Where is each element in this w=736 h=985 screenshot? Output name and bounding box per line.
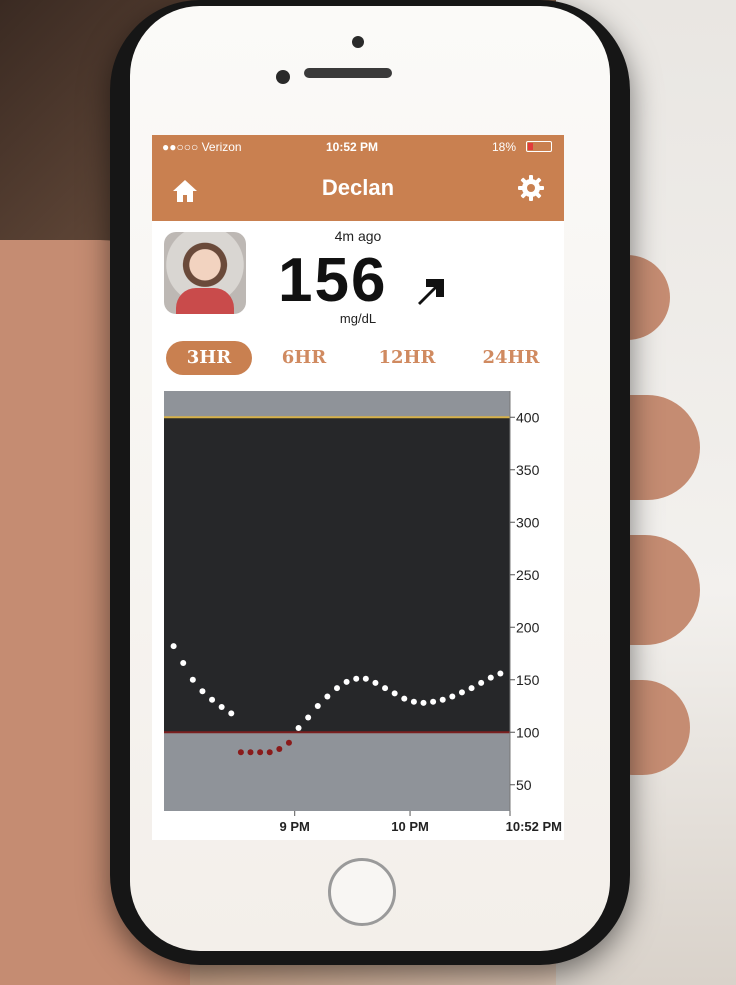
battery-percent: 18% xyxy=(491,140,516,154)
x-tick-label: 9 PM xyxy=(280,819,310,834)
time-range-tabs: 3HR 6HR 12HR 24HR xyxy=(166,341,556,377)
glucose-chart: 400 350 300 250 200 150 100 50 9 PM 10 PM 10:52 PM xyxy=(164,391,564,839)
low-range-band xyxy=(164,732,510,811)
y-tick-label: 100 xyxy=(516,724,540,740)
glucose-point xyxy=(372,679,379,686)
glucose-point xyxy=(228,710,235,717)
glucose-point-low xyxy=(257,749,264,756)
glucose-point xyxy=(478,679,485,686)
glucose-point xyxy=(305,714,312,721)
glucose-value: 156 xyxy=(278,246,388,315)
glucose-point xyxy=(401,695,408,702)
tab-6hr[interactable]: 6HR xyxy=(266,341,342,375)
glucose-point xyxy=(324,693,331,700)
glucose-point xyxy=(391,690,398,697)
x-tick-label: 10 PM xyxy=(391,819,429,834)
reading-time-ago: 4m ago xyxy=(334,228,382,244)
y-tick-label: 200 xyxy=(516,619,540,635)
glucose-point xyxy=(439,696,446,703)
glucose-point-low xyxy=(247,749,254,756)
glucose-point xyxy=(430,698,437,705)
glucose-point xyxy=(170,643,177,650)
glucose-unit: mg/dL xyxy=(339,311,377,326)
glucose-point xyxy=(487,674,494,681)
glucose-point xyxy=(343,678,350,685)
glucose-point xyxy=(410,698,417,705)
glucose-point xyxy=(199,688,206,695)
glucose-point xyxy=(353,675,360,682)
glucose-point xyxy=(497,670,504,677)
glucose-point xyxy=(180,659,187,666)
avatar[interactable] xyxy=(164,232,246,314)
arrow-up-right-icon xyxy=(418,279,444,305)
earpiece-speaker xyxy=(304,68,392,78)
gear-icon[interactable] xyxy=(516,173,546,203)
glucose-point-low xyxy=(276,746,283,753)
battery-icon xyxy=(526,141,552,152)
glucose-point-low xyxy=(237,749,244,756)
x-tick-label: 10:52 PM xyxy=(506,819,562,834)
front-camera xyxy=(352,36,364,48)
glucose-point xyxy=(295,725,302,732)
y-tick-label: 250 xyxy=(516,567,540,583)
tab-24hr[interactable]: 24HR xyxy=(468,341,554,375)
glucose-point xyxy=(209,696,216,703)
home-button[interactable] xyxy=(328,858,396,926)
y-tick-label: 50 xyxy=(516,777,532,793)
glucose-point-low xyxy=(285,739,292,746)
high-range-band xyxy=(164,391,510,418)
proximity-sensor xyxy=(276,70,290,84)
glucose-point xyxy=(314,703,321,709)
nav-bar: Declan xyxy=(152,159,564,221)
glucose-point xyxy=(382,685,389,692)
glucose-chart-svg: 400 350 300 250 200 150 100 50 9 PM 10 PM 10:52 PM xyxy=(164,391,562,834)
glucose-point xyxy=(420,699,427,706)
glucose-point xyxy=(449,693,456,700)
glucose-point xyxy=(468,685,475,692)
page-title: Declan xyxy=(321,175,395,200)
glucose-point xyxy=(218,704,225,711)
glucose-point-low xyxy=(266,749,273,756)
y-tick-label: 300 xyxy=(516,514,540,530)
glucose-point xyxy=(189,676,196,683)
tab-3hr[interactable]: 3HR xyxy=(166,341,252,375)
y-tick-label: 350 xyxy=(516,462,540,478)
glucose-point xyxy=(458,689,465,696)
app-screen: ●●○○○ Verizon 10:52 PM 18% Declan 4m ago… xyxy=(152,135,564,840)
tab-12hr[interactable]: 12HR xyxy=(362,341,452,375)
status-bar: ●●○○○ Verizon 10:52 PM 18% xyxy=(152,135,564,159)
y-tick-label: 150 xyxy=(516,672,540,688)
y-tick-label: 400 xyxy=(516,409,540,425)
glucose-point xyxy=(334,685,340,692)
glucose-point xyxy=(362,675,369,682)
status-time: 10:52 PM xyxy=(326,140,379,154)
carrier-label: ●●○○○ Verizon xyxy=(162,140,242,154)
